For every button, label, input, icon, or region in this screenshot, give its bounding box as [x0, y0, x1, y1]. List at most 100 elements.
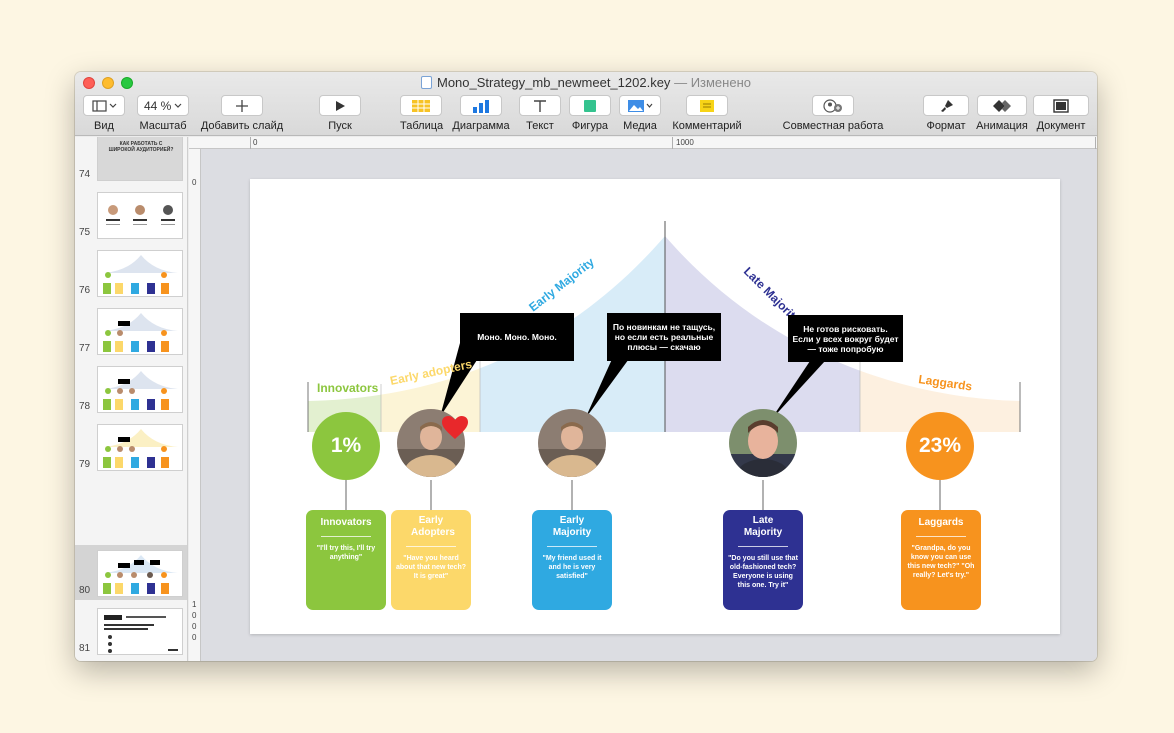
curve-label-innovators: Innovators	[317, 381, 379, 395]
zoom-value: 44 %	[144, 98, 172, 113]
speech-bubble-early-adopters: Моно. Моно. Моно.	[460, 313, 574, 361]
collaborate-button[interactable]	[812, 95, 854, 116]
slide-number: 77	[79, 343, 91, 354]
title-separator: —	[674, 75, 688, 90]
slide-number: 81	[79, 643, 91, 654]
thumbnail-title: КАК РАБОТАТЬ С ШИРОКОЙ АУДИТОРИЕЙ?	[108, 141, 174, 153]
edited-status: Изменено	[690, 75, 751, 90]
media-tool[interactable]: Медиа	[619, 95, 661, 132]
speech-bubble-late-majority: Не готов рисковать. Если у всех вокруг б…	[788, 315, 903, 362]
card-early-adopters: Early Adopters "Have you heard about tha…	[391, 510, 471, 610]
zoom-tool[interactable]: 44 % Масштаб	[137, 95, 189, 132]
slide-thumbnail-77[interactable]: 77	[75, 303, 187, 358]
table-button[interactable]	[400, 95, 442, 116]
card-laggards: Laggards "Grandpa, do you know you can u…	[901, 510, 981, 610]
table-tool[interactable]: Таблица	[400, 95, 444, 132]
chart-tool[interactable]: Диаграмма	[452, 95, 510, 132]
table-label: Таблица	[400, 120, 444, 132]
text-button[interactable]	[519, 95, 561, 116]
add-slide-button[interactable]	[221, 95, 263, 116]
thumbnail-image	[97, 250, 183, 297]
thumbnail-image	[97, 192, 183, 239]
shape-tool[interactable]: Фигура	[569, 95, 611, 132]
document-tool[interactable]: Документ	[1033, 95, 1089, 132]
card-title: Innovators	[320, 517, 372, 528]
view-tool[interactable]: Вид	[83, 95, 125, 132]
slide-thumbnail-76[interactable]: 76	[75, 245, 187, 300]
zoom-select[interactable]: 44 %	[137, 95, 189, 116]
media-button[interactable]	[619, 95, 661, 116]
vertical-ruler: 0 1 0 0 0	[189, 149, 201, 661]
comment-button[interactable]	[686, 95, 728, 116]
document-button[interactable]	[1033, 95, 1089, 116]
chart-button[interactable]	[460, 95, 502, 116]
animate-icon	[993, 99, 1011, 112]
slide-thumbnail-80[interactable]: 80	[75, 545, 187, 600]
card-quote: "Grandpa, do you know you can use this n…	[907, 545, 975, 579]
laggards-percent: 23%	[918, 434, 962, 457]
collaborate-label: Совместная работа	[782, 120, 884, 132]
slide-thumbnail-78[interactable]: 78	[75, 361, 187, 416]
format-label: Формат	[926, 120, 966, 132]
comment-icon	[700, 99, 714, 112]
ruler-label-left-1000-d3: 0	[192, 622, 197, 631]
ruler-label-left-1000-d4: 0	[192, 633, 197, 642]
slide-navigator[interactable]: КАК РАБОТАТЬ С ШИРОКОЙ АУДИТОРИЕЙ? 74 75…	[75, 137, 188, 661]
heart-icon	[442, 416, 468, 439]
current-slide[interactable]: Innovators Early adopters Early Majority…	[250, 179, 1060, 634]
collaborate-tool[interactable]: Совместная работа	[781, 95, 885, 132]
card-title: Late Majority	[743, 515, 783, 538]
horizontal-ruler: 0 1000	[189, 137, 1097, 149]
ruler-label-left-0: 0	[192, 178, 197, 187]
animate-button[interactable]	[977, 95, 1027, 116]
slide-thumbnail-79[interactable]: 79	[75, 419, 187, 474]
view-label: Вид	[94, 120, 114, 132]
slide-thumbnail-81[interactable]: 81	[75, 603, 187, 658]
media-icon	[628, 99, 653, 112]
play-button[interactable]	[319, 95, 361, 116]
thumbnail-image	[97, 608, 183, 655]
animate-tool[interactable]: Анимация	[973, 95, 1031, 132]
zoom-label: Масштаб	[139, 120, 187, 132]
slide-number: 75	[79, 227, 91, 238]
ruler-label-0: 0	[253, 138, 258, 147]
laggards-percent-circle: 23%	[906, 412, 974, 480]
card-title: Laggards	[918, 517, 964, 528]
play-tool[interactable]: Пуск	[319, 95, 361, 132]
shape-button[interactable]	[569, 95, 611, 116]
format-button[interactable]	[923, 95, 969, 116]
slide-canvas[interactable]: Innovators Early adopters Early Majority…	[201, 149, 1097, 661]
ruler-label-left-1000-d2: 0	[192, 611, 197, 620]
animate-label: Анимация	[976, 120, 1028, 132]
add-slide-tool[interactable]: Добавить слайд	[199, 95, 285, 132]
card-innovators: Innovators "I'll try this, I'll try anyt…	[306, 510, 386, 610]
document-inspector-icon	[1053, 98, 1069, 113]
view-button[interactable]	[83, 95, 125, 116]
document-icon	[421, 76, 432, 89]
comment-tool[interactable]: Комментарий	[671, 95, 743, 132]
thumbnail-image: КАК РАБОТАТЬ С ШИРОКОЙ АУДИТОРИЕЙ?	[97, 137, 183, 181]
slide-thumbnail-74[interactable]: КАК РАБОТАТЬ С ШИРОКОЙ АУДИТОРИЕЙ? 74	[75, 137, 187, 184]
format-tool[interactable]: Формат	[923, 95, 969, 132]
play-label: Пуск	[328, 120, 352, 132]
thumbnail-image	[97, 366, 183, 413]
late-majority-segment	[665, 236, 860, 432]
paintbrush-icon	[941, 99, 953, 112]
ruler-label-1000: 1000	[676, 138, 694, 147]
add-slide-label: Добавить слайд	[200, 120, 284, 132]
person-photo	[538, 409, 606, 477]
text-tool[interactable]: Текст	[519, 95, 561, 132]
chevron-down-icon	[174, 103, 182, 108]
chart-label: Диаграмма	[452, 120, 510, 132]
table-icon	[412, 99, 430, 112]
collaborate-icon	[823, 98, 842, 113]
shape-icon	[584, 99, 596, 112]
chart-icon	[473, 99, 489, 113]
window-title: Mono_Strategy_mb_newmeet_1202.key — Изме…	[75, 75, 1097, 90]
title-bar: Mono_Strategy_mb_newmeet_1202.key — Изме…	[75, 72, 1097, 136]
laggards-segment	[860, 236, 1020, 432]
slide-number: 74	[79, 169, 91, 180]
ruler-label-left-1000-d1: 1	[192, 600, 197, 609]
slide-number: 76	[79, 285, 91, 296]
slide-thumbnail-75[interactable]: 75	[75, 187, 187, 242]
